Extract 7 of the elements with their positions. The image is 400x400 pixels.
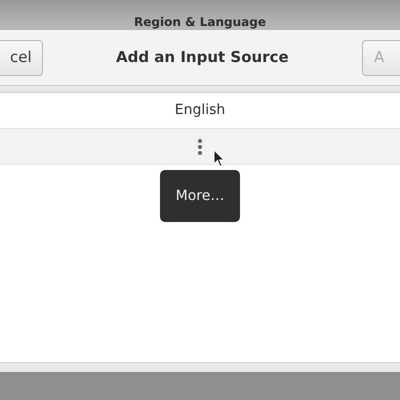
window-title: Region & Language bbox=[134, 14, 266, 30]
tooltip: More… bbox=[160, 170, 240, 222]
dialog-title: Add an Input Source bbox=[116, 47, 289, 68]
more-row[interactable] bbox=[0, 129, 400, 165]
more-icon bbox=[198, 138, 202, 154]
pointer-icon bbox=[213, 149, 225, 168]
cancel-button[interactable]: cel bbox=[0, 40, 43, 76]
